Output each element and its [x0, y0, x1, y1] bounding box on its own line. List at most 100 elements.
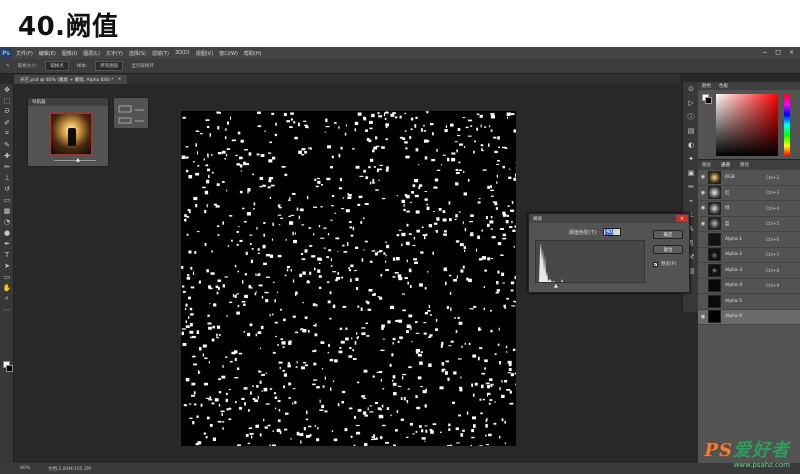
speckle: [190, 266, 193, 270]
speckle: [504, 307, 507, 309]
menu-edit[interactable]: 编辑(E): [39, 50, 56, 57]
speckle: [240, 170, 242, 172]
speckle: [507, 372, 512, 374]
zoom-tool-icon[interactable]: ⌕: [0, 293, 14, 304]
brush-panel-icon[interactable]: ✏: [683, 180, 699, 194]
pen-tool-icon[interactable]: ✒: [0, 238, 14, 249]
document-tab[interactable]: 光芒.psd @ 80% (魔鹿 + 蒙版, Alpha 6/8) * ×: [14, 75, 128, 84]
tab-layers[interactable]: 图层: [702, 162, 711, 168]
close-dialog-button[interactable]: ×: [676, 215, 688, 222]
speckle: [364, 443, 368, 446]
histogram-icon[interactable]: [114, 98, 150, 130]
close-tab-icon[interactable]: ×: [117, 77, 121, 82]
properties-panel-icon[interactable]: ▤: [683, 124, 699, 138]
speckle: [256, 153, 260, 156]
menu-file[interactable]: 文件(F): [16, 50, 33, 57]
tab-channels[interactable]: 通道: [721, 162, 730, 168]
channel-row-alpha-2[interactable]: Alpha 2 Ctrl+7: [698, 248, 800, 263]
menu-select[interactable]: 选择(S): [129, 50, 146, 57]
menu-layer[interactable]: 图层(L): [83, 50, 100, 57]
channel-row-red[interactable]: ◉ 红 Ctrl+3: [698, 186, 800, 201]
quick-select-tool-icon[interactable]: ✐: [0, 117, 14, 128]
speckle: [402, 293, 405, 295]
color-picker-field[interactable]: [716, 94, 778, 156]
visibility-eye-icon[interactable]: ◉: [698, 221, 708, 227]
menu-view[interactable]: 视图(V): [196, 50, 213, 57]
shape-tool-icon[interactable]: ▭: [0, 271, 14, 282]
threshold-slider-knob[interactable]: ▲: [554, 283, 558, 289]
visibility-eye-icon[interactable]: ◉: [698, 314, 708, 320]
panel-background-swatch[interactable]: [705, 97, 712, 104]
minimize-button[interactable]: −: [762, 49, 767, 56]
preview-checkbox[interactable]: ✔: [653, 261, 658, 267]
channel-row-blue[interactable]: ◉ 蓝 Ctrl+5: [698, 217, 800, 232]
healing-brush-tool-icon[interactable]: ✚: [0, 150, 14, 161]
menu-window[interactable]: 窗口(W): [219, 50, 238, 57]
speckle: [415, 210, 420, 214]
marquee-tool-icon[interactable]: ⬚: [0, 95, 14, 106]
channel-row-rgb[interactable]: ◉ RGB Ctrl+2: [698, 170, 800, 186]
channel-row-alpha-1[interactable]: Alpha 1 Ctrl+6: [698, 232, 800, 248]
type-tool-icon[interactable]: T: [0, 249, 14, 260]
visibility-eye-icon[interactable]: ◉: [698, 190, 708, 196]
history-panel-icon[interactable]: ⊙: [683, 82, 699, 96]
tab-paths[interactable]: 路径: [740, 162, 749, 168]
move-tool-icon[interactable]: ✥: [0, 84, 14, 95]
ok-button[interactable]: 确定: [653, 230, 683, 239]
channel-row-alpha-6[interactable]: ◉ Alpha 6: [698, 309, 800, 325]
info-panel-icon[interactable]: ⓘ: [683, 110, 699, 124]
channel-row-alpha-4[interactable]: Alpha 4 Ctrl+9: [698, 279, 800, 294]
visibility-eye-icon[interactable]: ◉: [698, 205, 708, 211]
threshold-level-input[interactable]: 40: [603, 228, 621, 236]
document-size-info[interactable]: 文档:2.84M/105.2M: [48, 466, 91, 472]
styles-panel-icon[interactable]: ✦: [683, 152, 699, 166]
actions-panel-icon[interactable]: ▷: [683, 96, 699, 110]
visibility-eye-icon[interactable]: ◉: [698, 174, 708, 180]
dodge-tool-icon[interactable]: ●: [0, 227, 14, 238]
tab-swatches[interactable]: 色板: [719, 83, 728, 89]
channel-row-green[interactable]: ◉ 绿 Ctrl+4: [698, 201, 800, 217]
eraser-tool-icon[interactable]: ▭: [0, 194, 14, 205]
adjustments-panel-icon[interactable]: ◐: [683, 138, 699, 152]
menu-help[interactable]: 帮助(H): [244, 50, 262, 57]
blur-tool-icon[interactable]: ◔: [0, 216, 14, 227]
tab-color[interactable]: 颜色: [702, 83, 711, 89]
path-select-tool-icon[interactable]: ➤: [0, 260, 14, 271]
menu-3d[interactable]: 3D(D): [175, 50, 190, 56]
gradient-tool-icon[interactable]: ▦: [0, 205, 14, 216]
clone-stamp-tool-icon[interactable]: ⊥: [0, 172, 14, 183]
more-tools-icon[interactable]: ⋯: [0, 304, 14, 315]
menu-type[interactable]: 文字(Y): [106, 50, 123, 57]
background-color-swatch[interactable]: [6, 365, 13, 372]
eyedropper-icon[interactable]: ✎: [6, 64, 10, 69]
sample-size-select[interactable]: 取样点: [45, 61, 69, 71]
crop-tool-icon[interactable]: ⌗: [0, 128, 14, 139]
speckle: [423, 332, 427, 335]
channel-row-alpha-5[interactable]: Alpha 5: [698, 294, 800, 310]
close-window-button[interactable]: ×: [789, 49, 794, 56]
speckle: [277, 344, 279, 346]
brush-presets-panel-icon[interactable]: ⌁: [683, 194, 699, 208]
navigator-zoom-knob[interactable]: ▲: [76, 157, 80, 163]
speckle: [506, 389, 511, 391]
menu-image[interactable]: 图像(I): [62, 50, 77, 57]
speckle: [317, 426, 319, 430]
navigator-thumbnail[interactable]: [50, 113, 92, 155]
sample-select[interactable]: 所有图层: [95, 61, 124, 71]
navigator-zoom-slider[interactable]: [54, 160, 96, 161]
document-canvas[interactable]: [181, 111, 516, 446]
hue-slider[interactable]: [784, 94, 790, 156]
hand-tool-icon[interactable]: ✋: [0, 282, 14, 293]
reset-button[interactable]: 复位: [653, 245, 683, 254]
maximize-button[interactable]: □: [775, 49, 781, 56]
layer-comps-panel-icon[interactable]: ▣: [683, 166, 699, 180]
zoom-level[interactable]: 80%: [20, 466, 30, 471]
brush-tool-icon[interactable]: ✏: [0, 161, 14, 172]
menu-filter[interactable]: 滤镜(T): [152, 50, 169, 57]
lasso-tool-icon[interactable]: ᘐ: [0, 106, 14, 117]
channel-row-alpha-3[interactable]: Alpha 3 Ctrl+8: [698, 263, 800, 279]
show-sampling-ring-checkbox[interactable]: 显示取样环: [131, 63, 154, 69]
eyedropper-tool-icon[interactable]: ✎: [0, 139, 14, 150]
speckle: [228, 418, 232, 421]
history-brush-tool-icon[interactable]: ↺: [0, 183, 14, 194]
